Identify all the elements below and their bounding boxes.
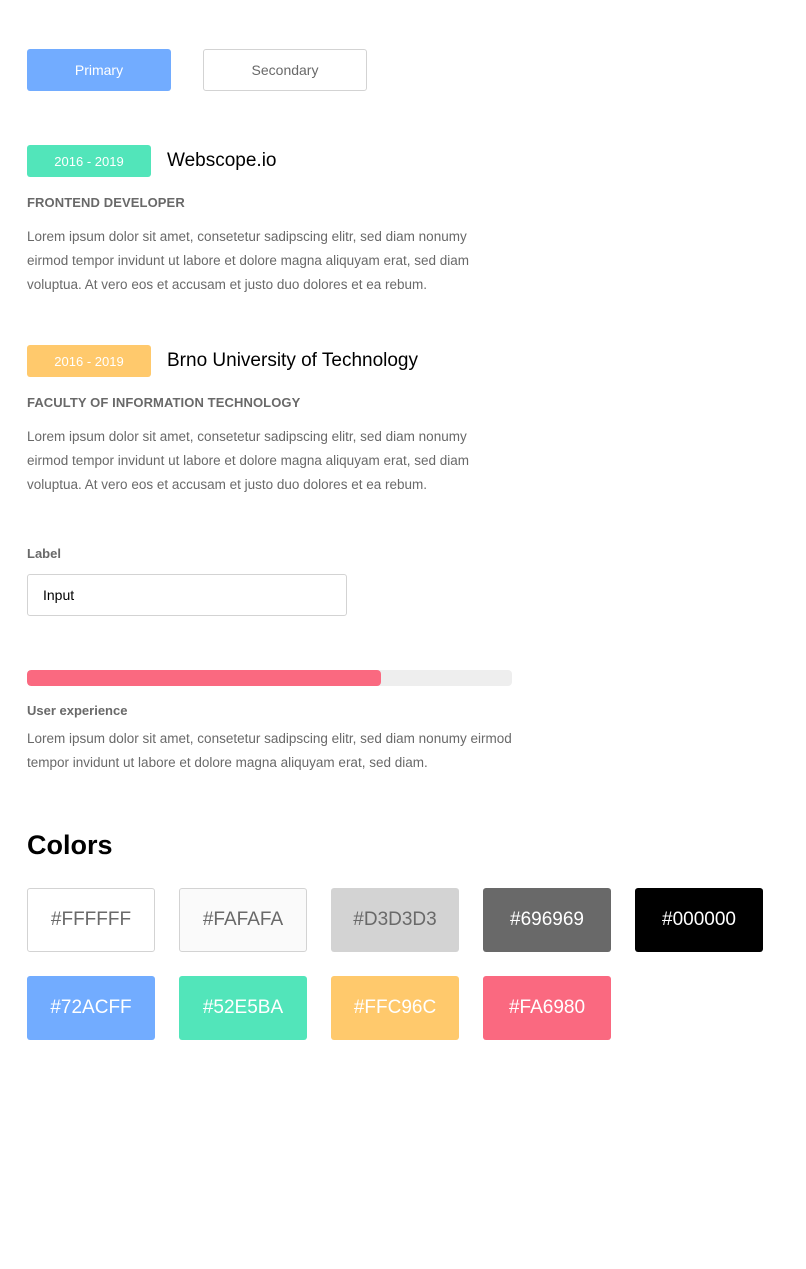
color-swatch: #FAFAFA <box>179 888 307 952</box>
progress-description: Lorem ipsum dolor sit amet, consetetur s… <box>27 731 512 770</box>
color-swatch: #FFC96C <box>331 976 459 1040</box>
color-swatch: #000000 <box>635 888 763 952</box>
entry-title: Webscope.io <box>167 150 277 171</box>
colors-heading: Colors <box>27 830 113 860</box>
entry-header: 2016 - 2019 Webscope.io <box>27 145 507 177</box>
entry-subtitle: FACULTY OF INFORMATION TECHNOLOGY <box>27 395 301 410</box>
progress-bar <box>27 670 512 686</box>
color-swatch: #D3D3D3 <box>331 888 459 952</box>
entry-header: 2016 - 2019 Brno University of Technolog… <box>27 345 507 377</box>
progress-label: User experience <box>27 703 128 718</box>
color-swatch: #52E5BA <box>179 976 307 1040</box>
entry-subtitle: FRONTEND DEVELOPER <box>27 195 185 210</box>
input-label: Label <box>27 546 61 561</box>
experience-entry-university: 2016 - 2019 Brno University of Technolog… <box>27 345 507 497</box>
color-swatch: #FA6980 <box>483 976 611 1040</box>
secondary-button[interactable]: Secondary <box>203 49 367 91</box>
progress-bar-fill <box>27 670 382 686</box>
entry-description: Lorem ipsum dolor sit amet, consetetur s… <box>27 429 469 492</box>
color-swatch: #696969 <box>483 888 611 952</box>
primary-button[interactable]: Primary <box>27 49 171 91</box>
text-input[interactable] <box>27 574 347 616</box>
experience-entry-webscope: 2016 - 2019 Webscope.io FRONTEND DEVELOP… <box>27 145 507 297</box>
entry-title: Brno University of Technology <box>167 350 418 371</box>
date-badge: 2016 - 2019 <box>27 145 151 177</box>
date-badge: 2016 - 2019 <box>27 345 151 377</box>
color-swatch: #72ACFF <box>27 976 155 1040</box>
entry-description: Lorem ipsum dolor sit amet, consetetur s… <box>27 229 469 292</box>
color-swatch: #FFFFFF <box>27 888 155 952</box>
